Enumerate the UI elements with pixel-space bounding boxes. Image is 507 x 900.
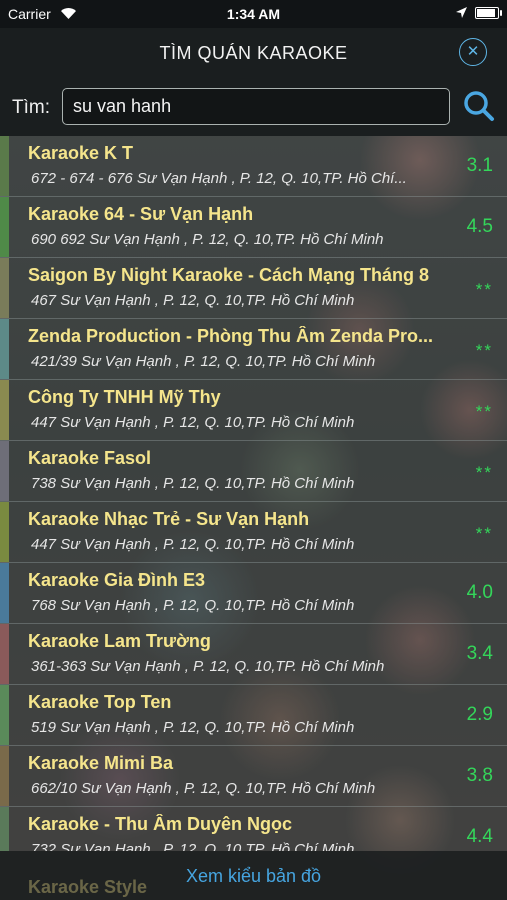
result-address: 467 Sư Vạn Hạnh , P. 12, Q. 10,TP. Hồ Ch… [31,292,355,309]
result-address: 361-363 Sư Vạn Hạnh , P. 12, Q. 10,TP. H… [31,658,385,675]
map-view-link[interactable]: Xem kiểu bản đồ [186,866,321,886]
row-color-stripe [0,502,9,562]
result-name: Karaoke 64 - Sư Vạn Hạnh [28,204,254,224]
page-title: TÌM QUÁN KARAOKE [159,43,348,63]
result-rating: ** [475,524,493,543]
result-address: 732 Sư Vạn Hạnh , P. 12, Q. 10,TP. Hồ Ch… [31,841,355,851]
result-rating: 3.8 [466,765,493,786]
result-rating: ** [475,280,493,299]
row-color-stripe [0,319,9,379]
result-name: Karaoke Mimi Ba [28,753,174,773]
result-name: Karaoke Nhạc Trẻ - Sư Vạn Hạnh [28,509,310,529]
result-address: 662/10 Sư Vạn Hạnh , P. 12, Q. 10,TP. Hồ… [31,780,376,797]
search-button[interactable] [462,89,496,123]
list-item[interactable]: Saigon By Night Karaoke - Cách Mạng Thán… [0,258,507,319]
list-item[interactable]: Karaoke Mimi Ba 662/10 Sư Vạn Hạnh , P. 1… [0,746,507,807]
status-right [456,5,502,21]
close-icon: ✕ [466,43,480,60]
result-address: 519 Sư Vạn Hạnh , P. 12, Q. 10,TP. Hồ Ch… [31,719,355,736]
search-bar: Tìm: [0,80,507,136]
result-address: 738 Sư Vạn Hạnh , P. 12, Q. 10,TP. Hồ Ch… [31,475,355,492]
row-color-stripe [0,563,9,623]
result-address: 447 Sư Vạn Hạnh , P. 12, Q. 10,TP. Hồ Ch… [31,536,355,553]
result-name: Karaoke - Thu Âm Duyên Ngọc [28,814,293,834]
result-name: Karaoke Fasol [28,448,152,468]
result-rating: 4.4 [466,826,493,847]
list-item[interactable]: Karaoke Fasol 738 Sư Vạn Hạnh , P. 12, Q.… [0,441,507,502]
result-address: 421/39 Sư Vạn Hạnh , P. 12, Q. 10,TP. Hồ… [31,353,376,370]
status-time: 1:34 AM [226,6,281,22]
result-address: 447 Sư Vạn Hạnh , P. 12, Q. 10,TP. Hồ Ch… [31,414,355,431]
nav-bar: TÌM QUÁN KARAOKE ✕ [0,28,507,80]
row-color-stripe [0,197,9,257]
list-item[interactable]: Karaoke Gia Đình E3 768 Sư Vạn Hạnh , P. … [0,563,507,624]
result-rating: 3.4 [466,643,493,664]
row-color-stripe [0,685,9,745]
location-arrow-icon [456,5,467,21]
result-name: Karaoke Lam Trường [28,631,211,651]
close-button[interactable]: ✕ [459,38,487,66]
list-item[interactable]: Karaoke 64 - Sư Vạn Hạnh 690 692 Sư Vạn H… [0,197,507,258]
search-label: Tìm: [12,97,50,118]
list-item[interactable]: Karaoke Nhạc Trẻ - Sư Vạn Hạnh 447 Sư Vạn… [0,502,507,563]
search-input[interactable] [62,88,450,125]
results-list[interactable]: Karaoke K T 672 - 674 - 676 Sư Vạn Hạnh ,… [0,136,507,851]
result-address: 672 - 674 - 676 Sư Vạn Hạnh , P. 12, Q. … [31,170,407,187]
result-name: Công Ty TNHH Mỹ Thy [28,387,221,407]
result-rating: 4.5 [466,216,493,237]
result-rating: 3.1 [466,155,493,176]
result-rating: ** [475,341,493,360]
list-item[interactable]: Zenda Production - Phòng Thu Âm Zenda Pr… [0,319,507,380]
row-color-stripe [0,258,9,318]
peek-result-name: Karaoke Style [28,877,148,897]
list-item[interactable]: Công Ty TNHH Mỹ Thy 447 Sư Vạn Hạnh , P. … [0,380,507,441]
search-icon [464,91,494,121]
result-address: 690 692 Sư Vạn Hạnh , P. 12, Q. 10,TP. H… [31,231,384,248]
result-rating: 4.0 [466,582,493,603]
result-name: Saigon By Night Karaoke - Cách Mạng Thán… [28,265,430,285]
result-rating: 2.9 [466,704,493,725]
battery-icon [475,7,502,19]
status-bar: Carrier 1:34 AM [0,0,507,28]
list-item[interactable]: Karaoke Lam Trường 361-363 Sư Vạn Hạnh , … [0,624,507,685]
list-item[interactable]: Karaoke Top Ten 519 Sư Vạn Hạnh , P. 12, … [0,685,507,746]
row-color-stripe [0,746,9,806]
result-name: Karaoke Top Ten [28,692,172,712]
row-color-stripe [0,380,9,440]
row-color-stripe [0,807,9,851]
result-name: Karaoke Gia Đình E3 [28,570,206,590]
row-color-stripe [0,624,9,684]
result-name: Karaoke K T [28,143,134,163]
row-color-stripe [0,441,9,501]
result-rating: ** [475,463,493,482]
row-color-stripe [0,136,9,196]
list-item[interactable]: Karaoke K T 672 - 674 - 676 Sư Vạn Hạnh ,… [0,136,507,197]
result-name: Zenda Production - Phòng Thu Âm Zenda Pr… [28,326,433,346]
bottom-bar: Karaoke Style Xem kiểu bản đồ [0,851,507,900]
list-item[interactable]: Karaoke - Thu Âm Duyên Ngọc 732 Sư Vạn Hạ… [0,807,507,851]
result-rating: ** [475,402,493,421]
result-address: 768 Sư Vạn Hạnh , P. 12, Q. 10,TP. Hồ Ch… [31,597,355,614]
